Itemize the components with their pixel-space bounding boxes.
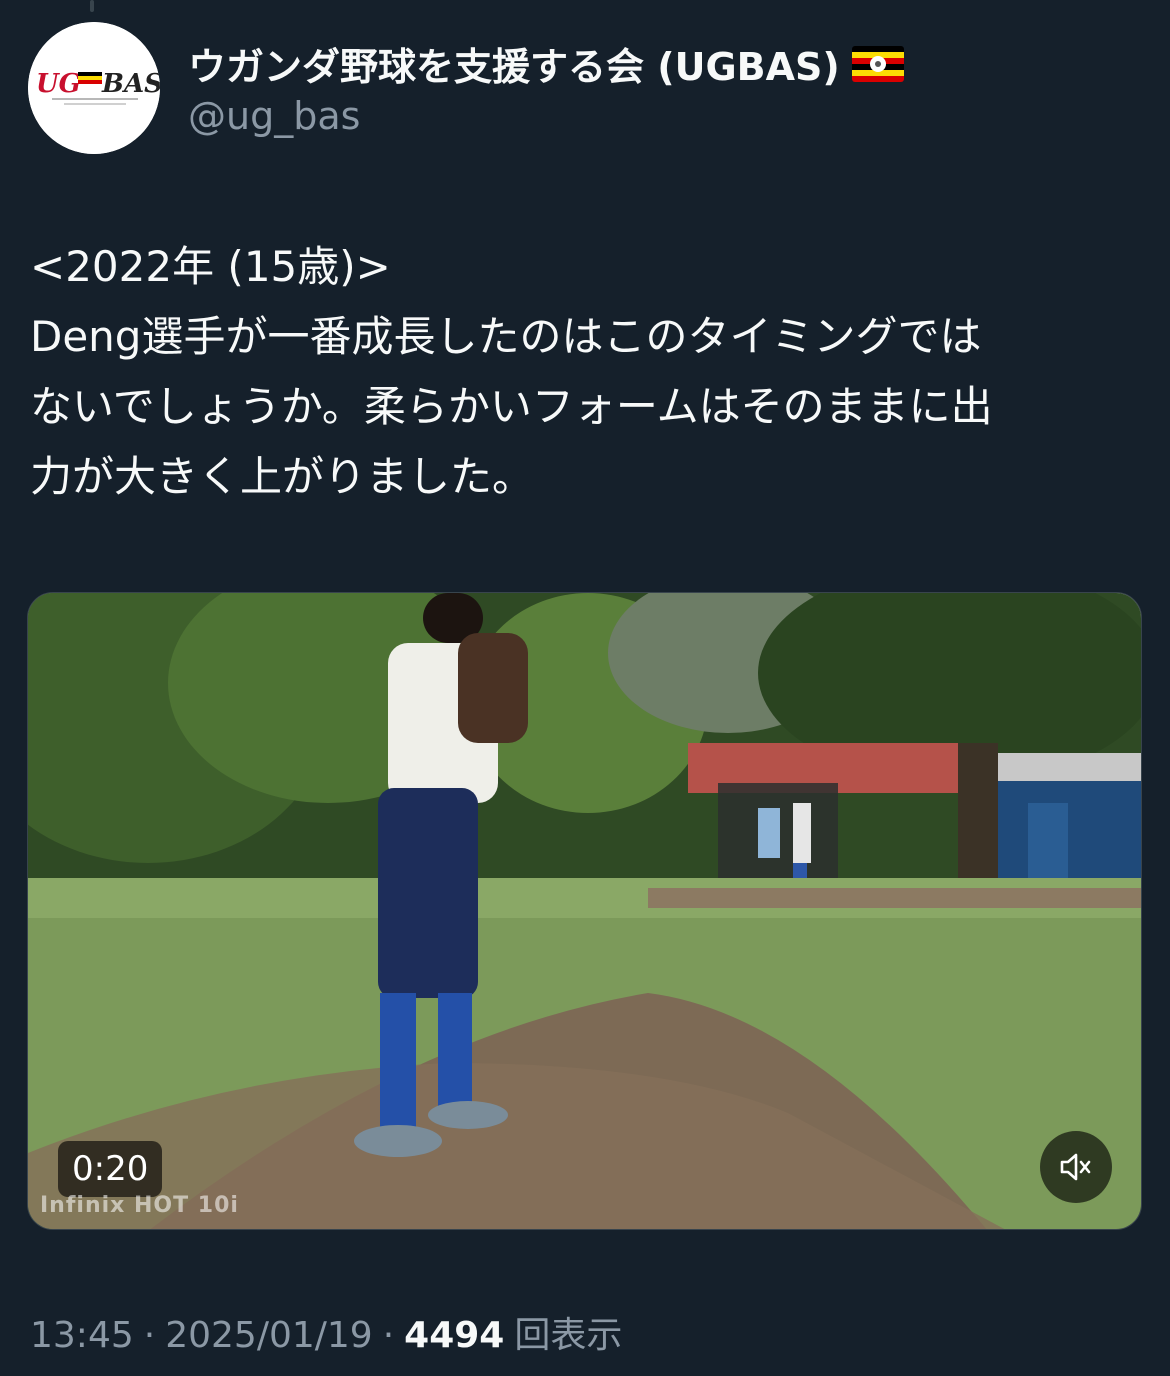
views-label: 回表示 xyxy=(514,1315,623,1356)
muted-speaker-icon xyxy=(1060,1153,1091,1181)
avatar-logo-text-right: BAS xyxy=(101,69,160,99)
tweet-text-line: ないでしょうか。柔らかいフォームはそのままに出 xyxy=(30,382,993,431)
video-duration-badge: 0:20 xyxy=(58,1141,163,1197)
tweet-text-line: <2022年 (15歳)> xyxy=(30,242,391,291)
avatar-logo-text-left: UG xyxy=(36,69,81,99)
meta-separator: · xyxy=(143,1315,156,1356)
video-player[interactable]: 0:20 Infinix HOT 10i xyxy=(27,592,1142,1230)
ugbas-logo-icon: UG BAS xyxy=(28,22,160,154)
meta-separator: · xyxy=(382,1315,395,1356)
author-handle[interactable]: @ug_bas xyxy=(188,94,360,138)
tweet-date[interactable]: 2025/01/19 xyxy=(165,1315,373,1356)
thread-connector-line xyxy=(90,0,94,12)
video-frame-image xyxy=(28,593,1141,1229)
avatar[interactable]: UG BAS xyxy=(28,22,160,154)
tweet-time[interactable]: 13:45 xyxy=(30,1315,134,1356)
author-display-name[interactable]: ウガンダ野球を支援する会 (UGBAS) xyxy=(188,36,840,91)
views-count: 4494 xyxy=(404,1315,505,1356)
tweet-meta-row: 13:45 · 2025/01/19 · 4494 回表示 xyxy=(30,1306,622,1358)
author-display-name-row[interactable]: ウガンダ野球を支援する会 (UGBAS) xyxy=(188,36,904,91)
tweet-detail-page: UG BAS ウガンダ野球を支援する会 (UGBAS) @ug_bas <202… xyxy=(0,0,1170,1376)
video-watermark: Infinix HOT 10i xyxy=(40,1193,239,1218)
tweet-text: <2022年 (15歳)> Deng選手が一番成長したのはこのタイミングでは な… xyxy=(30,232,1140,512)
tweet-text-line: 力が大きく上がりました。 xyxy=(30,452,535,501)
tweet-text-line: Deng選手が一番成長したのはこのタイミングでは xyxy=(30,312,982,361)
uganda-flag-icon xyxy=(851,45,904,82)
unmute-button[interactable] xyxy=(1040,1131,1112,1203)
